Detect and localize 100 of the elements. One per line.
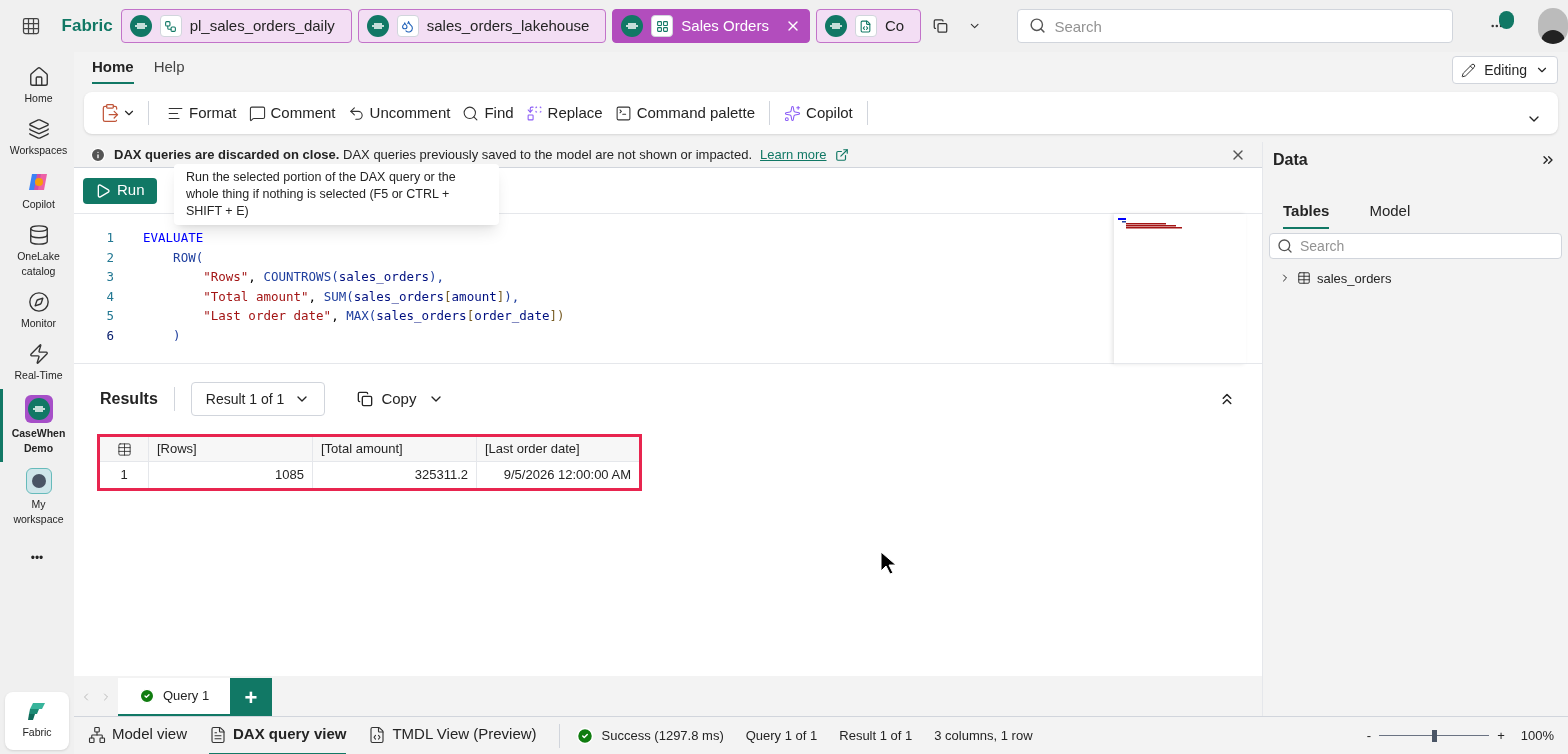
document-tab[interactable]: sales_orders_lakehouse bbox=[357, 9, 607, 43]
workspace-logo-icon bbox=[621, 15, 644, 37]
document-tab[interactable]: pl_sales_orders_daily bbox=[120, 9, 352, 43]
avatar-icon bbox=[25, 468, 52, 494]
rail-item[interactable]: Home bbox=[0, 60, 74, 112]
dax-file-icon bbox=[209, 725, 228, 744]
toolbar-button[interactable]: Command palette bbox=[608, 101, 762, 125]
pipeline-icon bbox=[159, 15, 182, 37]
view-tab[interactable]: TMDL View (Preview) bbox=[368, 716, 537, 754]
home-icon bbox=[27, 66, 50, 88]
toolbar-button[interactable]: Find bbox=[456, 101, 520, 125]
uncomment-icon bbox=[347, 104, 365, 122]
zoom-out-button[interactable]: - bbox=[1366, 725, 1372, 746]
search-field[interactable]: Search bbox=[1017, 9, 1454, 43]
external-link-icon[interactable] bbox=[834, 147, 849, 162]
table-icon bbox=[116, 441, 132, 457]
toolbar-button[interactable]: Replace bbox=[519, 101, 609, 125]
line-number: 1 bbox=[105, 229, 114, 247]
pencil-icon bbox=[1461, 62, 1477, 78]
toolbar-button[interactable]: Copilot bbox=[778, 101, 859, 125]
table-cell: 9/5/2026 12:00:00 AM bbox=[476, 461, 641, 490]
status-text: Result 1 of 1 bbox=[839, 726, 913, 745]
ribbon-tab[interactable]: Home bbox=[92, 55, 134, 85]
compass-icon bbox=[27, 291, 50, 313]
success-icon bbox=[138, 688, 155, 704]
query-tab[interactable]: Query 1 bbox=[118, 678, 230, 716]
search-icon bbox=[462, 104, 480, 122]
replace-icon bbox=[525, 104, 543, 122]
comment-icon bbox=[248, 104, 266, 122]
play-icon bbox=[95, 182, 111, 199]
zoom-slider[interactable] bbox=[1379, 729, 1490, 742]
code-line: ) bbox=[172, 326, 181, 345]
app-title: Fabric bbox=[61, 15, 113, 38]
table-cell: 1085 bbox=[148, 461, 313, 490]
paste-icon[interactable] bbox=[100, 103, 120, 123]
copy-button[interactable]: Copy bbox=[357, 387, 445, 411]
ribbon-tab[interactable]: Help bbox=[153, 55, 185, 85]
code-line: "Rows", COUNTROWS(sales_orders), bbox=[202, 268, 445, 286]
zoom-in-button[interactable]: + bbox=[1497, 725, 1505, 746]
line-number: 5 bbox=[105, 307, 114, 325]
column-header[interactable]: [Rows] bbox=[148, 435, 313, 462]
line-number: 3 bbox=[105, 268, 114, 286]
workspace-logo-icon bbox=[366, 15, 389, 37]
rail-item[interactable]: My workspace bbox=[0, 462, 74, 533]
zoom-reading: 100% bbox=[1520, 726, 1554, 745]
document-tab[interactable]: Co bbox=[815, 9, 922, 43]
toolbar-button[interactable]: Format bbox=[161, 101, 243, 125]
mouse-pointer-icon bbox=[880, 551, 896, 575]
workspace-logo-icon bbox=[824, 15, 847, 37]
search-icon bbox=[1277, 237, 1293, 254]
app-launcher-icon[interactable] bbox=[20, 16, 41, 36]
status-text: 3 columns, 1 row bbox=[934, 726, 1033, 745]
code-line: ROW( bbox=[172, 248, 204, 267]
line-number: 6 bbox=[105, 326, 114, 345]
rail-item[interactable]: OneLake catalog bbox=[0, 218, 74, 285]
code-line: "Total amount", SUM(sales_orders[amount]), bbox=[202, 287, 520, 306]
workspaces-icon bbox=[27, 118, 50, 140]
run-button[interactable]: Run bbox=[83, 177, 157, 204]
rail-item[interactable]: Monitor bbox=[0, 285, 74, 337]
column-header[interactable]: [Total amount] bbox=[312, 435, 477, 462]
toolbar-button[interactable]: Uncomment bbox=[341, 101, 457, 125]
diagram-icon bbox=[88, 725, 106, 744]
result-picker[interactable]: Result 1 of 1 bbox=[190, 382, 326, 416]
rail-item[interactable]: Real-Time bbox=[0, 337, 74, 389]
workspace-logo-icon bbox=[129, 15, 152, 37]
pane-tab[interactable]: Model bbox=[1369, 200, 1411, 229]
copilot-icon bbox=[784, 104, 802, 122]
pane-tab[interactable]: Tables bbox=[1283, 200, 1330, 229]
document-tab[interactable]: Sales Orders bbox=[612, 9, 810, 43]
lightning-icon bbox=[27, 343, 50, 365]
tree-item[interactable]: sales_orders bbox=[1269, 268, 1562, 288]
row-number: 1 bbox=[98, 461, 149, 490]
banner-text: DAX queries are discarded on close. DAX queries previously saved to the model are not shown or impacted. bbox=[114, 145, 753, 164]
search-icon bbox=[1029, 17, 1047, 34]
toolbar-button[interactable]: Comment bbox=[242, 101, 342, 125]
view-tab[interactable]: Model view bbox=[88, 716, 188, 754]
results-title: Results bbox=[100, 389, 158, 409]
column-header[interactable]: [Last order date] bbox=[476, 435, 641, 462]
table-icon bbox=[1297, 271, 1311, 286]
rail-item[interactable]: Copilot bbox=[0, 164, 74, 218]
grid-icon bbox=[651, 15, 674, 37]
rail-item[interactable]: Workspaces bbox=[0, 112, 74, 164]
success-icon bbox=[575, 726, 594, 745]
table-search-field[interactable]: Search bbox=[1269, 232, 1562, 259]
palette-icon bbox=[614, 104, 632, 122]
add-query-button[interactable]: + bbox=[230, 678, 272, 716]
line-number: 2 bbox=[105, 248, 114, 267]
avatar[interactable] bbox=[1538, 8, 1568, 44]
fabric-home-button[interactable]: Fabric bbox=[5, 692, 69, 750]
editing-mode-button[interactable]: Editing bbox=[1452, 56, 1558, 84]
status-text: Success (1297.8 ms) bbox=[601, 726, 724, 745]
tmdl-file-icon bbox=[368, 725, 387, 744]
view-tab[interactable]: DAX query view bbox=[209, 716, 347, 754]
status-text: Query 1 of 1 bbox=[745, 726, 818, 745]
tabs-overview-icon[interactable] bbox=[933, 17, 949, 35]
code-line: "Last order date", MAX(sales_orders[order_date]) bbox=[202, 307, 565, 325]
more-icon[interactable]: ••• bbox=[30, 549, 44, 567]
info-icon bbox=[90, 146, 106, 163]
table-cell: 325311.2 bbox=[312, 461, 477, 490]
learn-more-link[interactable]: Learn more bbox=[760, 144, 827, 165]
